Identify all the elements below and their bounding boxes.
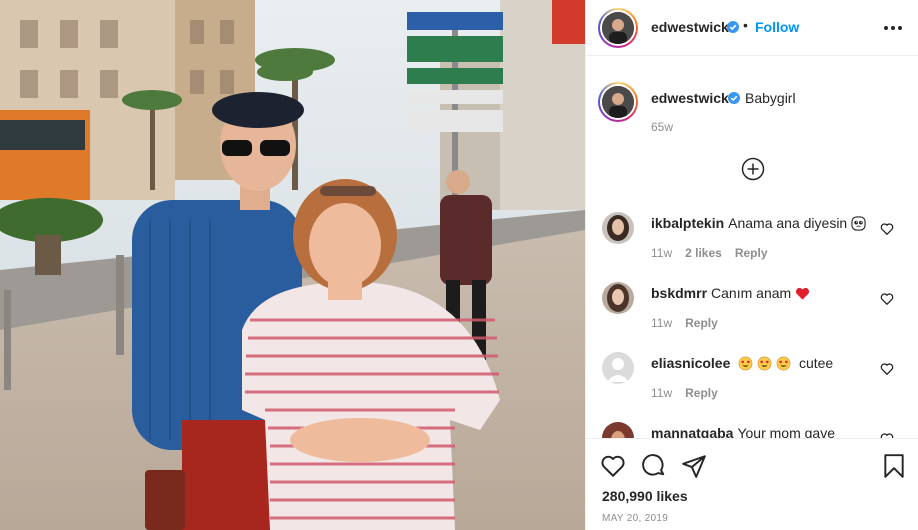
- heart-icon[interactable]: [880, 222, 894, 236]
- post-header: edwestwick • Follow: [586, 0, 918, 56]
- comment-likes[interactable]: 2 likes: [685, 246, 722, 260]
- reply-button[interactable]: Reply: [735, 246, 768, 260]
- comment-item: ikbalptekin Anama ana diyesin 11w 2 likes R…: [586, 200, 918, 270]
- commenter-avatar[interactable]: [602, 282, 634, 314]
- post-photo-image: [0, 0, 585, 530]
- comment-item: mannatgaba Your mom gave: [586, 410, 918, 438]
- header-separator: •: [743, 17, 748, 33]
- heart-eyes-emoji: [776, 356, 791, 371]
- commenter-username[interactable]: eliasnicolee: [651, 355, 730, 371]
- share-icon[interactable]: [681, 453, 707, 479]
- comment-item: eliasnicolee cutee 11w Reply: [586, 340, 918, 410]
- post-date: MAY 20, 2019: [602, 513, 669, 524]
- likes-count[interactable]: 280,990 likes: [602, 488, 688, 504]
- comment-age: 11w: [651, 316, 673, 330]
- comment-icon[interactable]: [641, 453, 667, 479]
- commenter-username[interactable]: ikbalptekin: [651, 215, 724, 231]
- caption-username[interactable]: edwestwick: [651, 90, 729, 106]
- bookmark-icon[interactable]: [881, 453, 907, 479]
- heart-icon[interactable]: [880, 292, 894, 306]
- pleading-face-emoji: [851, 216, 866, 231]
- comment-text: Your mom gave: [737, 425, 836, 438]
- comments-list: ikbalptekin Anama ana diyesin 11w 2 likes R…: [586, 200, 918, 438]
- caption-text: Babygirl: [745, 90, 796, 106]
- author-username[interactable]: edwestwick: [651, 19, 729, 35]
- follow-button[interactable]: Follow: [755, 19, 799, 35]
- commenter-avatar[interactable]: [602, 352, 634, 384]
- comment-age: 11w: [651, 386, 673, 400]
- comment-text: cutee: [798, 355, 834, 371]
- heart-eyes-emoji: [757, 356, 772, 371]
- commenter-username[interactable]: mannatgaba: [651, 425, 733, 438]
- post-panel: edwestwick • Follow edwestwick Babygirl …: [585, 0, 918, 530]
- red-heart-emoji: [796, 287, 810, 300]
- commenter-avatar[interactable]: [602, 212, 634, 244]
- reply-button[interactable]: Reply: [685, 316, 718, 330]
- add-circle-icon[interactable]: [741, 157, 765, 181]
- comment-text: Anama ana diyesin: [728, 215, 848, 231]
- post-photo[interactable]: [0, 0, 585, 530]
- heart-eyes-emoji: [738, 356, 753, 371]
- commenter-username[interactable]: bskdmrr: [651, 285, 707, 301]
- caption-age: 65w: [651, 120, 674, 134]
- comment-age: 11w: [651, 246, 673, 260]
- verified-icon: [728, 92, 740, 104]
- more-options-icon[interactable]: [881, 13, 905, 41]
- heart-icon[interactable]: [880, 362, 894, 376]
- verified-icon: [727, 21, 739, 33]
- commenter-avatar[interactable]: [602, 422, 634, 438]
- comment-item: bskdmrr Canım anam 11w Reply: [586, 270, 918, 340]
- post-actions: 280,990 likes MAY 20, 2019: [586, 438, 918, 530]
- author-avatar[interactable]: [598, 8, 638, 48]
- heart-icon[interactable]: [600, 453, 626, 479]
- comment-text: Canım anam: [711, 285, 792, 301]
- reply-button[interactable]: Reply: [685, 386, 718, 400]
- caption-avatar[interactable]: [598, 82, 638, 122]
